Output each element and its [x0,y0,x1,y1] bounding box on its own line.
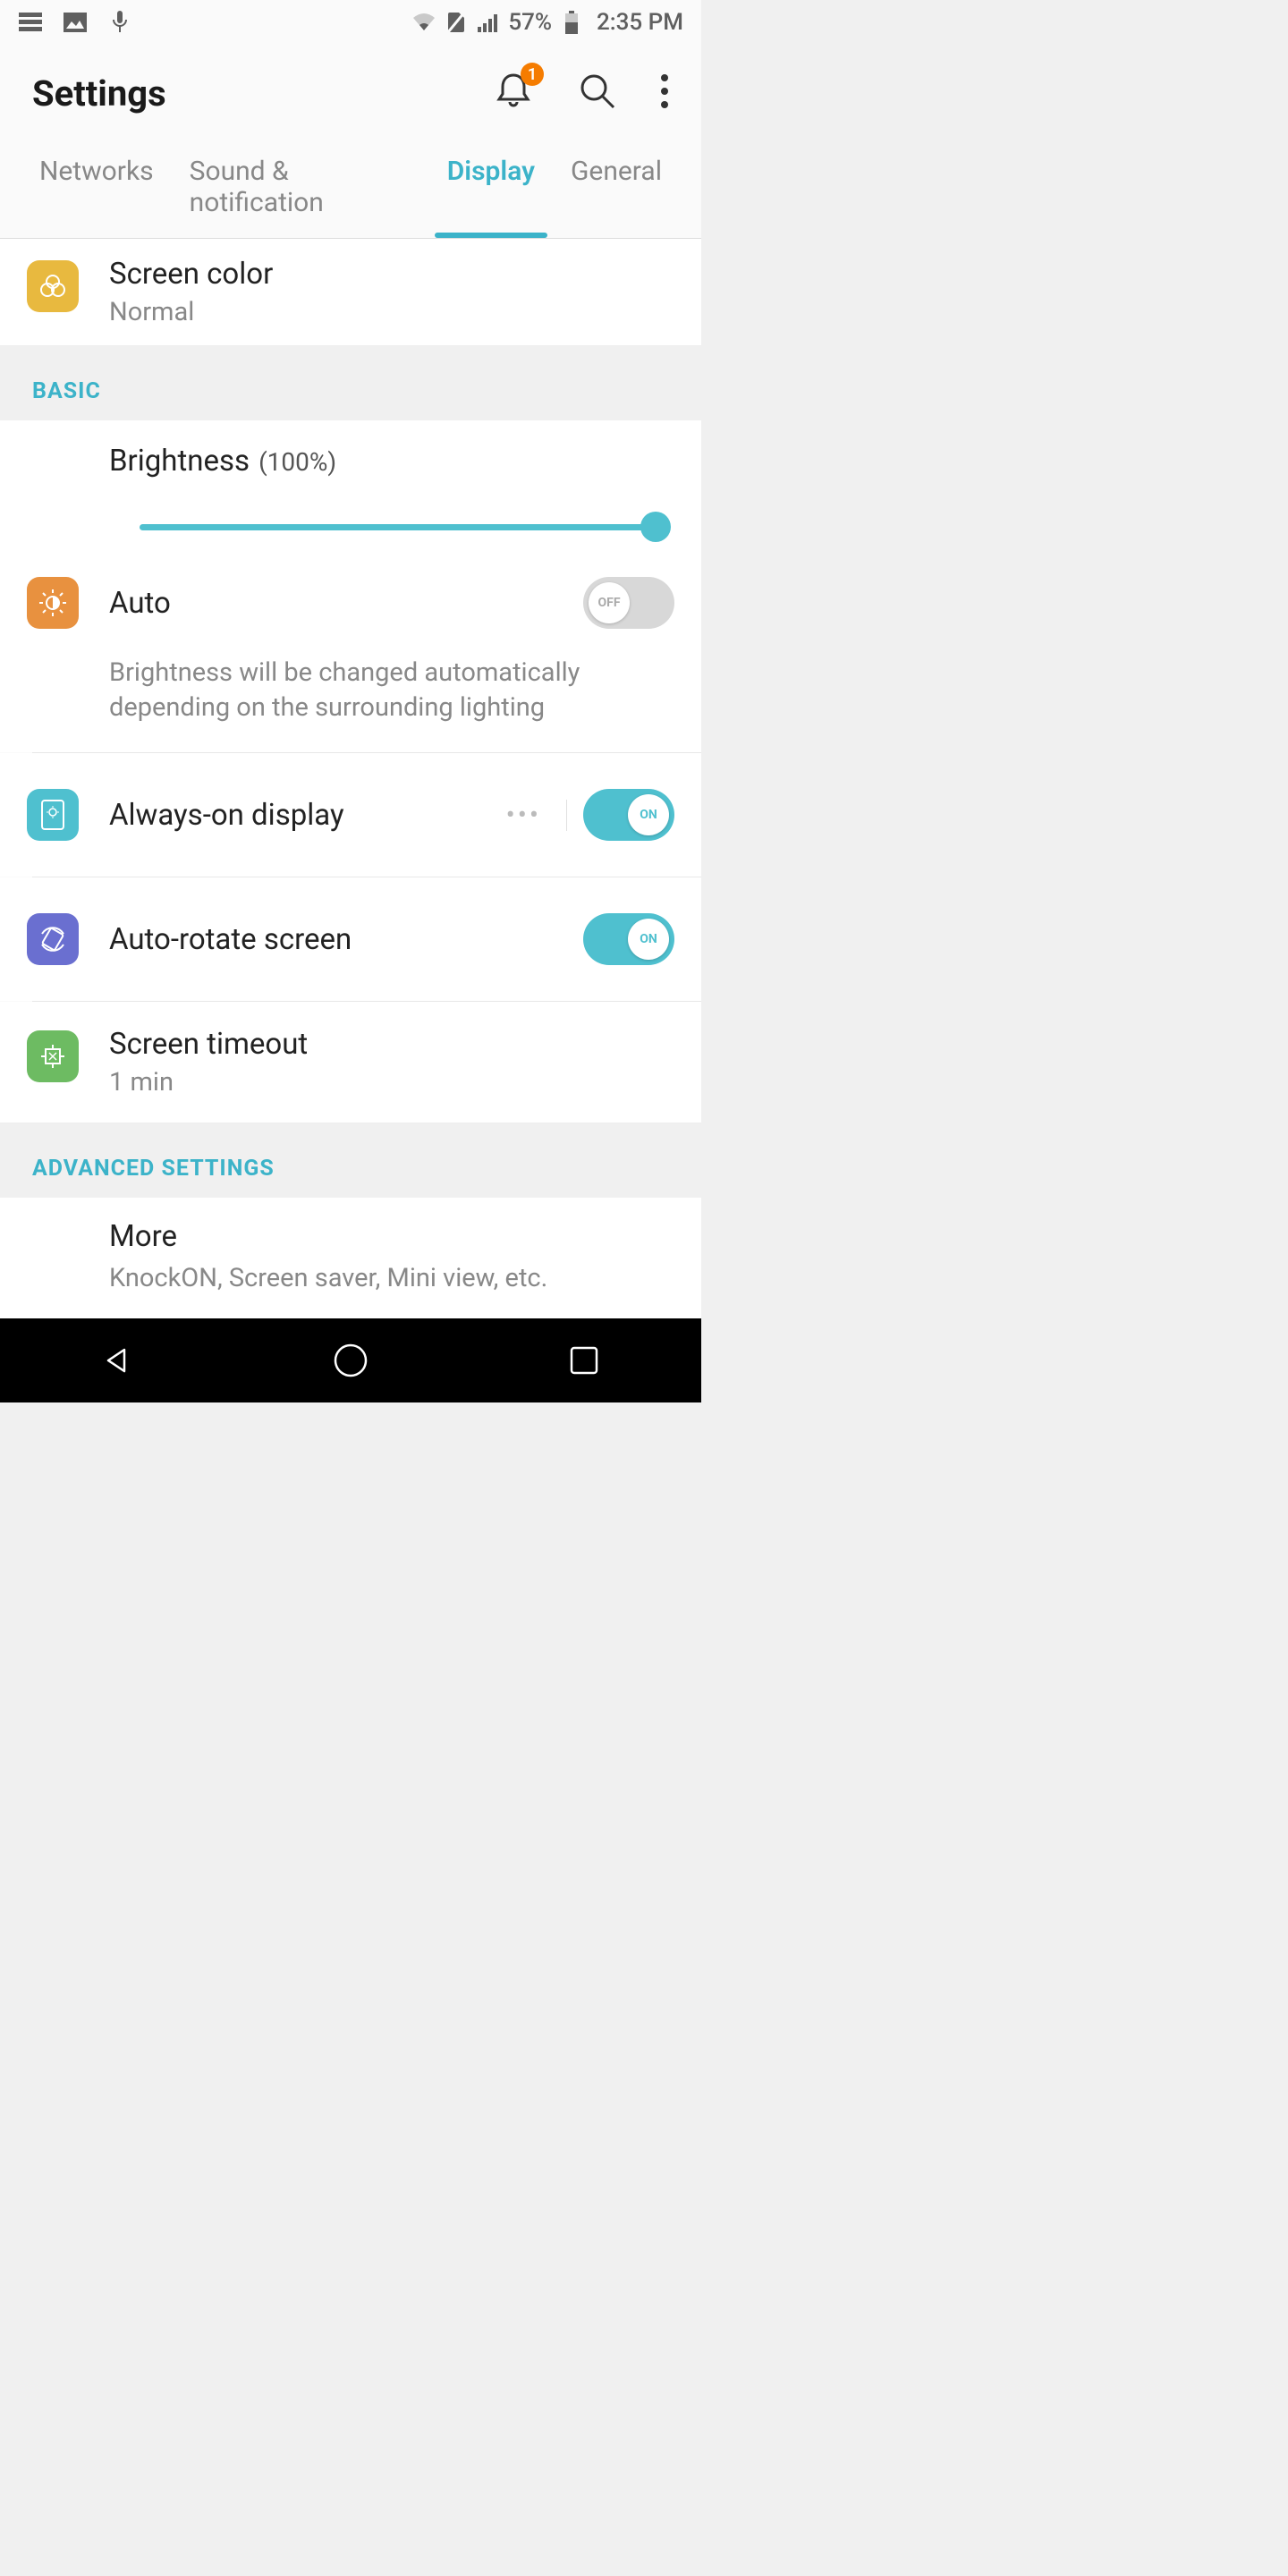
mic-icon [107,10,132,35]
kebab-icon [660,73,669,109]
brightness-block: Brightness (100%) Auto OFF Brightness wi… [0,420,701,752]
timeout-icon [38,1041,68,1072]
no-sim-icon [444,10,469,35]
home-icon [333,1343,369,1378]
auto-brightness-desc: Brightness will be changed automatically… [109,656,674,725]
toggle-knob-on-2: ON [628,919,669,960]
timeout-value: 1 min [109,1067,674,1097]
more-subtitle: KnockON, Screen saver, Mini view, etc. [109,1263,674,1293]
brightness-label: Brightness [109,444,250,479]
back-icon [101,1344,133,1377]
toggle-knob-on: ON [628,794,669,835]
back-button[interactable] [97,1341,137,1380]
auto-rotate-title: Auto-rotate screen [109,922,583,957]
brightness-icon [38,588,68,618]
slider-track [140,524,665,530]
aod-settings-button[interactable]: ••• [481,800,567,831]
tab-general[interactable]: General [553,143,680,238]
aod-title: Always-on display [109,798,481,833]
settings-tabs: Networks Sound & notification Display Ge… [0,143,701,239]
section-advanced: ADVANCED SETTINGS [0,1123,701,1198]
auto-brightness-toggle[interactable]: OFF [583,577,674,629]
auto-rotate-toggle[interactable]: ON [583,913,674,965]
clock: 2:35 PM [597,9,683,36]
always-on-display-item[interactable]: Always-on display ••• ON [0,753,701,877]
auto-rotate-item[interactable]: Auto-rotate screen ON [0,877,701,1001]
aod-toggle[interactable]: ON [583,789,674,841]
image-icon [63,10,88,35]
screen-color-title: Screen color [109,257,674,292]
tab-sound[interactable]: Sound & notification [172,143,429,238]
search-icon [576,70,619,113]
recents-icon [569,1345,599,1376]
app-header: Settings 1 [0,45,701,143]
more-title: More [109,1219,674,1254]
toggle-knob-off: OFF [589,582,630,623]
rotate-icon [37,923,69,955]
tab-networks[interactable]: Networks [21,143,172,238]
tab-display[interactable]: Display [429,143,553,238]
list-icon [18,10,43,35]
screen-color-item[interactable]: Screen color Normal [0,239,701,346]
more-menu-button[interactable] [660,73,669,113]
section-basic: BASIC [0,346,701,420]
aod-icon [39,798,66,832]
page-title: Settings [32,72,166,114]
notification-badge: 1 [521,63,544,86]
more-item[interactable]: More KnockON, Screen saver, Mini view, e… [0,1198,701,1320]
search-button[interactable] [576,70,619,116]
timeout-title: Screen timeout [109,1027,674,1062]
status-bar: 57% 2:35 PM [0,0,701,45]
navigation-bar [0,1318,701,1402]
brightness-percent: (100%) [258,447,336,477]
home-button[interactable] [331,1341,370,1380]
color-icon [38,271,68,301]
slider-thumb[interactable] [640,512,671,542]
notifications-button[interactable]: 1 [492,70,535,116]
recents-button[interactable] [564,1341,604,1380]
brightness-slider[interactable] [140,513,665,541]
screen-color-value: Normal [109,297,674,327]
auto-brightness-title: Auto [109,586,171,621]
battery-percent: 57% [508,9,552,36]
battery-icon [559,10,584,35]
screen-timeout-item[interactable]: Screen timeout 1 min [0,1002,701,1123]
wifi-icon [411,10,436,35]
signal-icon [476,10,501,35]
